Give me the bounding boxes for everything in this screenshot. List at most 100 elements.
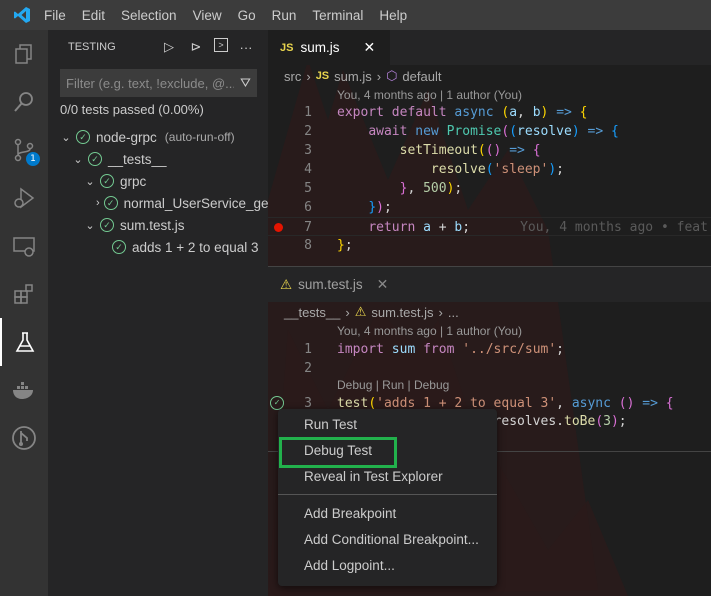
run-all-tests-icon[interactable]: ▷ — [160, 38, 178, 56]
code-text: await new Promise((resolve) => { — [337, 122, 619, 141]
code-token: b — [532, 105, 541, 120]
run-debug-icon[interactable] — [0, 174, 48, 222]
test-tree-item[interactable]: ⌄ ✓ __tests__ — [48, 148, 268, 170]
line-number: 2 — [304, 361, 312, 376]
test-label: normal_UserService_getUser — [123, 195, 268, 211]
code-token: { — [579, 105, 588, 120]
menu-go[interactable]: Go — [238, 8, 256, 23]
menu-item-add-conditional-breakpoint[interactable]: Add Conditional Breakpoint... — [278, 527, 497, 553]
search-icon[interactable] — [0, 78, 48, 126]
code-token: return — [368, 220, 416, 235]
code-token: ) — [376, 200, 384, 215]
test-tree-item[interactable]: ✓ adds 1 + 2 to equal 3 — [48, 236, 268, 258]
test-summary: 0/0 tests passed (0.00%) — [60, 102, 204, 117]
test-label: sum.test.js — [120, 217, 185, 233]
filter-input[interactable] — [66, 75, 234, 91]
debug-all-tests-icon[interactable]: ⊳ — [187, 38, 205, 56]
chevron-down-icon[interactable]: ⌄ — [72, 153, 84, 166]
tab-sum-js[interactable]: JS sum.js ✕ — [268, 30, 390, 65]
code-token: toBe — [564, 414, 596, 429]
menu-item-add-logpoint[interactable]: Add Logpoint... — [278, 553, 497, 579]
test-passed-gutter-icon[interactable]: ✓ — [270, 396, 284, 410]
extensions-icon[interactable] — [0, 270, 48, 318]
code-token: } — [368, 200, 377, 215]
chevron-down-icon[interactable]: ⌄ — [60, 131, 72, 144]
menu-terminal[interactable]: Terminal — [312, 8, 363, 23]
code-line[interactable]: 3 setTimeout(() => { — [268, 141, 711, 160]
code-line[interactable]: 1 export default async (a, b) => { — [268, 103, 711, 122]
codelens-author[interactable]: You, 4 months ago | 1 author (You) — [337, 324, 522, 338]
code-line[interactable]: 4 resolve('sleep'); — [268, 160, 711, 179]
code-token: } — [337, 238, 345, 253]
test-file-icon: ⚠ — [280, 276, 293, 292]
menu-help[interactable]: Help — [379, 8, 407, 23]
close-icon[interactable]: ✕ — [377, 276, 389, 293]
chevron-down-icon[interactable]: ⌄ — [84, 219, 96, 232]
breadcrumb-item[interactable]: src — [284, 69, 301, 84]
menu-item-reveal-in-test-explorer[interactable]: Reveal in Test Explorer — [278, 464, 497, 490]
code-text: }); — [337, 198, 391, 217]
code-token: ; — [556, 162, 564, 177]
js-file-icon: JS — [280, 41, 294, 54]
filter-icon[interactable]: ⛛ — [240, 75, 251, 91]
breadcrumb-item[interactable]: ... — [448, 305, 459, 320]
chevron-right-icon[interactable]: › — [96, 197, 100, 209]
inline-blame: You, 4 months ago • feat: — [520, 220, 711, 235]
test-tree-item[interactable]: ⌄ ✓ sum.test.js — [48, 214, 268, 236]
code-token: setTimeout — [399, 143, 478, 158]
code-line[interactable]: 5 }, 500); — [268, 179, 711, 198]
show-output-icon[interactable]: > — [214, 38, 228, 52]
title-bar: File Edit Selection View Go Run Terminal Help — [0, 0, 711, 30]
codelens-author[interactable]: You, 4 months ago | 1 author (You) — [337, 88, 522, 102]
testing-icon[interactable] — [0, 318, 48, 366]
filter-box: ⛛ — [60, 69, 257, 97]
menu-run[interactable]: Run — [272, 8, 297, 23]
more-actions-icon[interactable]: ··· — [237, 38, 255, 56]
test-tree-item[interactable]: ›✓ normal_UserService_getUser — [48, 192, 268, 214]
code-token: ; — [618, 414, 627, 429]
tab-sum-test-js[interactable]: ⚠ sum.test.js ✕ — [268, 267, 388, 302]
code-line[interactable]: 2 — [268, 359, 711, 378]
breakpoint-icon[interactable] — [274, 223, 283, 232]
explorer-icon[interactable] — [0, 30, 48, 78]
chevron-down-icon[interactable]: ⌄ — [84, 175, 96, 188]
close-icon[interactable]: ✕ — [363, 39, 375, 56]
gitlens-icon[interactable] — [0, 414, 48, 462]
menu-item-run-test[interactable]: Run Test — [278, 412, 497, 438]
code-line[interactable]: 1 import sum from '../src/sum'; — [268, 340, 711, 359]
test-label: __tests__ — [108, 151, 167, 167]
menu-view[interactable]: View — [193, 8, 222, 23]
test-tree-item[interactable]: ⌄ ✓ grpc — [48, 170, 268, 192]
code-line[interactable]: 6 }); — [268, 198, 711, 217]
menu-selection[interactable]: Selection — [121, 8, 177, 23]
codelens-debug-run[interactable]: Debug | Run | Debug — [337, 378, 449, 392]
docker-icon[interactable] — [0, 366, 48, 414]
code-line[interactable]: 8}; — [268, 236, 711, 255]
source-control-icon[interactable]: 1 — [0, 126, 48, 174]
code-line[interactable]: 7 return a + b; You, 4 months ago • feat: — [268, 217, 711, 236]
breadcrumb-item[interactable]: sum.js — [334, 69, 372, 84]
menu-edit[interactable]: Edit — [82, 8, 105, 23]
code-token: ; — [344, 238, 353, 253]
editor-tabbar-bottom: ⚠ sum.test.js ✕ — [268, 267, 711, 302]
test-tree-item[interactable]: ⌄ ✓ node-grpc (auto-run-off) — [48, 126, 268, 148]
code-token: ) — [571, 124, 580, 139]
breadcrumb-item[interactable]: __tests__ — [284, 305, 340, 320]
breadcrumb-item[interactable]: default — [402, 69, 441, 84]
passed-check-icon: ✓ — [100, 174, 114, 188]
code-token: default — [391, 105, 447, 120]
menu-file[interactable]: File — [44, 8, 66, 23]
code-token: { — [532, 143, 541, 158]
remote-explorer-icon[interactable] — [0, 222, 48, 270]
code-line[interactable]: 2 await new Promise((resolve) => { — [268, 122, 711, 141]
testing-sidebar: TESTING ▷ ⊳ > ··· ⛛ 0/0 tests passed (0.… — [48, 30, 268, 596]
menu-item-add-breakpoint[interactable]: Add Breakpoint — [278, 501, 497, 527]
breadcrumb-item[interactable]: sum.test.js — [371, 305, 433, 320]
